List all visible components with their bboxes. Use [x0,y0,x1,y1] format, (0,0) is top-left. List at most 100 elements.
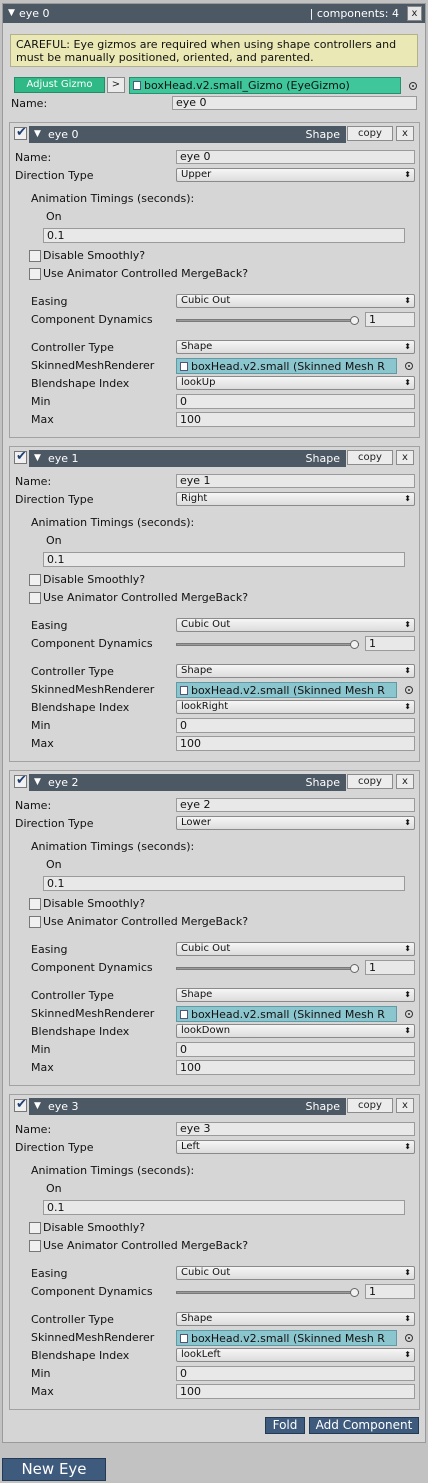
disable-smoothly-checkbox[interactable] [29,250,41,262]
gizmo-object-value: boxHead.v2.small_Gizmo (EyeGizmo) [144,79,350,92]
easing-dropdown[interactable]: Cubic Out ⬍ [176,942,415,956]
smr-picker-icon[interactable] [405,1010,413,1018]
direction-type-dropdown[interactable]: Lower ⬍ [176,816,415,830]
smr-picker-icon[interactable] [405,362,413,370]
dynamics-slider-track[interactable] [176,643,359,646]
adjust-gizmo-button[interactable]: Adjust Gizmo [14,77,105,93]
controller-type-dropdown[interactable]: Shape ⬍ [176,1312,415,1326]
top-name-field[interactable]: eye 0 [172,96,417,110]
smr-picker-icon[interactable] [405,1334,413,1342]
dynamics-slider-thumb[interactable] [350,316,359,325]
mesh-document-icon [180,1334,188,1343]
name-field[interactable]: eye 2 [176,798,415,812]
easing-dropdown[interactable]: Cubic Out ⬍ [176,618,415,632]
eye-foldout-arrow-icon[interactable]: ▼ [34,777,41,787]
name-field[interactable]: eye 0 [176,150,415,164]
dynamics-slider-thumb[interactable] [350,964,359,973]
eye-enabled-checkbox[interactable] [14,449,27,464]
close-button[interactable]: x [407,6,422,21]
name-label: Name: [15,151,52,164]
blendshape-index-dropdown[interactable]: lookDown ⬍ [176,1024,415,1038]
blendshape-index-label: Blendshape Index [31,1025,130,1038]
eye-foldout-arrow-icon[interactable]: ▼ [34,453,41,463]
controller-type-dropdown[interactable]: Shape ⬍ [176,988,415,1002]
fold-button[interactable]: Fold [265,1417,305,1434]
eye-header[interactable]: ▼ eye 1 Shape [29,450,346,467]
name-field[interactable]: eye 1 [176,474,415,488]
disable-smoothly-checkbox[interactable] [29,574,41,586]
controller-type-dropdown[interactable]: Shape ⬍ [176,340,415,354]
gizmo-arrow-button[interactable]: > [107,77,125,93]
on-timing-field[interactable]: 0.1 [43,228,405,243]
on-timing-field[interactable]: 0.1 [43,1200,405,1215]
min-field[interactable]: 0 [176,1366,415,1381]
remove-eye-button[interactable]: x [396,126,414,141]
eye-header[interactable]: ▼ eye 2 Shape [29,774,346,791]
min-field[interactable]: 0 [176,1042,415,1057]
direction-type-value: Lower [181,817,211,828]
max-field[interactable]: 100 [176,1384,415,1399]
eye-enabled-checkbox[interactable] [14,1097,27,1112]
direction-type-dropdown[interactable]: Right ⬍ [176,492,415,506]
panel-titlebar[interactable]: ▼ eye 0 | components: 4 x [3,4,425,23]
smr-object-field[interactable]: boxHead.v2.small (Skinned Mesh R [176,1006,397,1022]
dynamics-slider-thumb[interactable] [350,1288,359,1297]
add-component-button[interactable]: Add Component [309,1417,419,1434]
smr-picker-icon[interactable] [405,686,413,694]
eye-header[interactable]: ▼ eye 0 Shape [29,126,346,143]
use-animator-checkbox[interactable] [29,592,41,604]
on-timing-field[interactable]: 0.1 [43,552,405,567]
remove-eye-button[interactable]: x [396,1098,414,1113]
disable-smoothly-checkbox[interactable] [29,898,41,910]
dynamics-slider-track[interactable] [176,1291,359,1294]
dynamics-value-field[interactable]: 1 [365,1284,415,1299]
smr-object-field[interactable]: boxHead.v2.small (Skinned Mesh R [176,1330,397,1346]
dynamics-slider-thumb[interactable] [350,640,359,649]
dropdown-caret-icon: ⬍ [404,494,411,503]
eye-foldout-arrow-icon[interactable]: ▼ [34,1101,41,1111]
use-animator-checkbox[interactable] [29,916,41,928]
disable-smoothly-checkbox[interactable] [29,1222,41,1234]
use-animator-checkbox[interactable] [29,268,41,280]
dynamics-value-field[interactable]: 1 [365,312,415,327]
smr-object-field[interactable]: boxHead.v2.small (Skinned Mesh R [176,682,397,698]
remove-eye-button[interactable]: x [396,774,414,789]
dynamics-value-field[interactable]: 1 [365,636,415,651]
disable-smoothly-label: Disable Smoothly? [43,1221,146,1234]
blendshape-index-dropdown[interactable]: lookUp ⬍ [176,376,415,390]
name-field[interactable]: eye 3 [176,1122,415,1136]
dynamics-slider-track[interactable] [176,319,359,322]
copy-button[interactable]: copy [347,126,393,141]
max-field[interactable]: 100 [176,1060,415,1075]
blendshape-index-dropdown[interactable]: lookLeft ⬍ [176,1348,415,1362]
smr-object-field[interactable]: boxHead.v2.small (Skinned Mesh R [176,358,397,374]
direction-type-dropdown[interactable]: Left ⬍ [176,1140,415,1154]
new-eye-button[interactable]: New Eye [2,1458,106,1481]
copy-button[interactable]: copy [347,774,393,789]
easing-dropdown[interactable]: Cubic Out ⬍ [176,294,415,308]
eye-title: eye 2 [48,776,79,789]
easing-dropdown[interactable]: Cubic Out ⬍ [176,1266,415,1280]
eye-header[interactable]: ▼ eye 3 Shape [29,1098,346,1115]
disable-smoothly-label: Disable Smoothly? [43,573,146,586]
gizmo-object-field[interactable]: boxHead.v2.small_Gizmo (EyeGizmo) [129,77,401,94]
object-picker-icon[interactable] [409,82,417,90]
eye-enabled-checkbox[interactable] [14,125,27,140]
direction-type-dropdown[interactable]: Upper ⬍ [176,168,415,182]
min-field[interactable]: 0 [176,718,415,733]
eye-foldout-arrow-icon[interactable]: ▼ [34,129,41,139]
foldout-arrow-icon[interactable]: ▼ [8,8,15,18]
use-animator-checkbox[interactable] [29,1240,41,1252]
eye-enabled-checkbox[interactable] [14,773,27,788]
copy-button[interactable]: copy [347,1098,393,1113]
max-field[interactable]: 100 [176,736,415,751]
min-field[interactable]: 0 [176,394,415,409]
controller-type-dropdown[interactable]: Shape ⬍ [176,664,415,678]
blendshape-index-dropdown[interactable]: lookRight ⬍ [176,700,415,714]
dynamics-slider-track[interactable] [176,967,359,970]
on-timing-field[interactable]: 0.1 [43,876,405,891]
max-field[interactable]: 100 [176,412,415,427]
dynamics-value-field[interactable]: 1 [365,960,415,975]
copy-button[interactable]: copy [347,450,393,465]
remove-eye-button[interactable]: x [396,450,414,465]
